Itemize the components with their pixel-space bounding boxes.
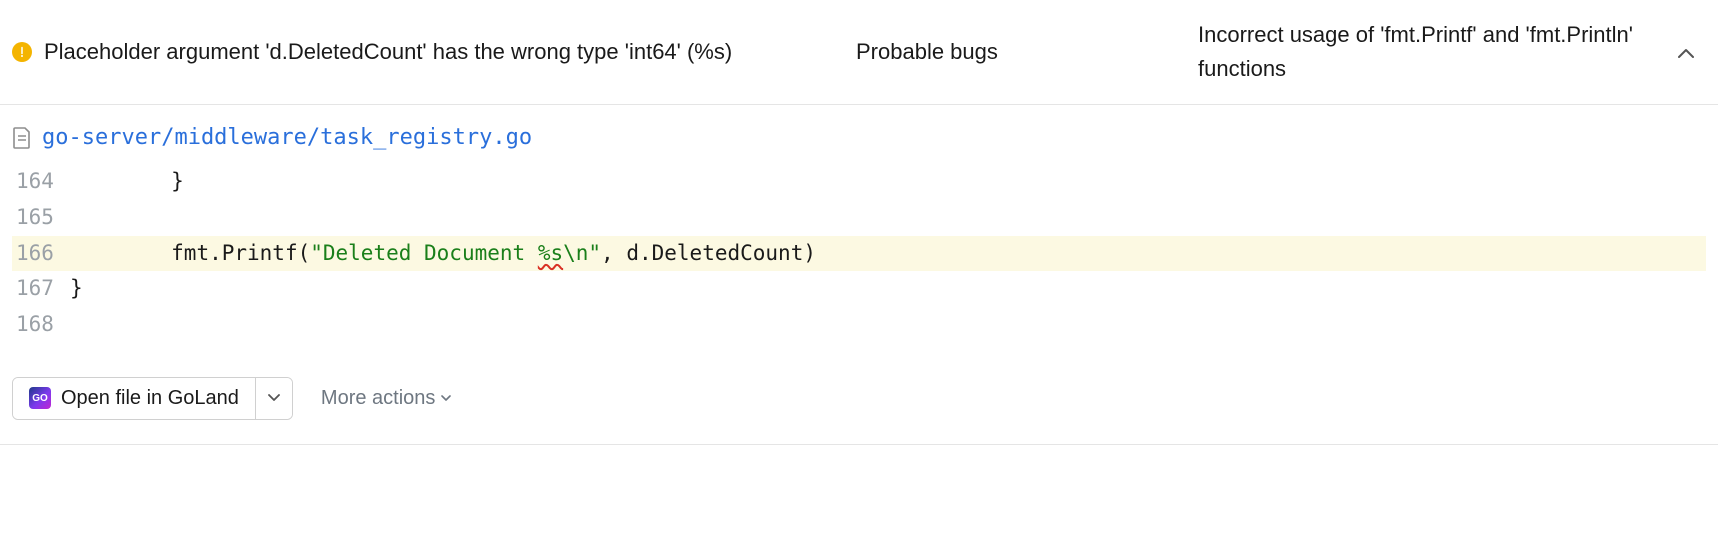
code-content: }: [70, 271, 1706, 307]
code-content: fmt.Printf("Deleted Document %s\n", d.De…: [70, 236, 1706, 272]
issue-header-row: Placeholder argument 'd.DeletedCount' ha…: [0, 0, 1718, 105]
code-content: }: [70, 164, 1706, 200]
code-line: 167}: [12, 271, 1706, 307]
line-number: 165: [12, 200, 70, 236]
more-actions-label: More actions: [321, 387, 436, 410]
chevron-down-icon: [441, 395, 451, 402]
code-line: 168: [12, 307, 1706, 343]
code-line: 166 fmt.Printf("Deleted Document %s\n", …: [12, 236, 1706, 272]
file-path-link[interactable]: go-server/middleware/task_registry.go: [42, 125, 532, 150]
open-in-goland-button[interactable]: GO Open file in GoLand: [13, 378, 255, 419]
code-line: 165: [12, 200, 1706, 236]
line-number: 167: [12, 271, 70, 307]
chevron-down-icon: [268, 394, 280, 402]
file-row: go-server/middleware/task_registry.go: [12, 125, 1706, 150]
open-in-goland-group: GO Open file in GoLand: [12, 377, 293, 420]
file-icon: [12, 127, 32, 149]
code-snippet: 164 }165166 fmt.Printf("Deleted Document…: [12, 164, 1706, 342]
warning-icon: [12, 42, 32, 62]
code-line: 164 }: [12, 164, 1706, 200]
code-content: [70, 200, 1706, 236]
issue-inspection: Incorrect usage of 'fmt.Printf' and 'fmt…: [1198, 18, 1652, 86]
actions-row: GO Open file in GoLand More actions: [12, 377, 1706, 420]
chevron-up-icon: [1678, 48, 1694, 58]
issue-category: Probable bugs: [856, 39, 1186, 65]
goland-icon: GO: [29, 387, 51, 409]
issue-detail: go-server/middleware/task_registry.go 16…: [0, 105, 1718, 444]
line-number: 166: [12, 236, 70, 272]
issue-description: Placeholder argument 'd.DeletedCount' ha…: [44, 35, 844, 69]
line-number: 164: [12, 164, 70, 200]
more-actions-button[interactable]: More actions: [321, 387, 452, 410]
open-in-goland-dropdown[interactable]: [255, 378, 292, 419]
open-in-goland-label: Open file in GoLand: [61, 387, 239, 410]
collapse-toggle[interactable]: [1664, 41, 1708, 64]
line-number: 168: [12, 307, 70, 343]
code-content: [70, 307, 1706, 343]
